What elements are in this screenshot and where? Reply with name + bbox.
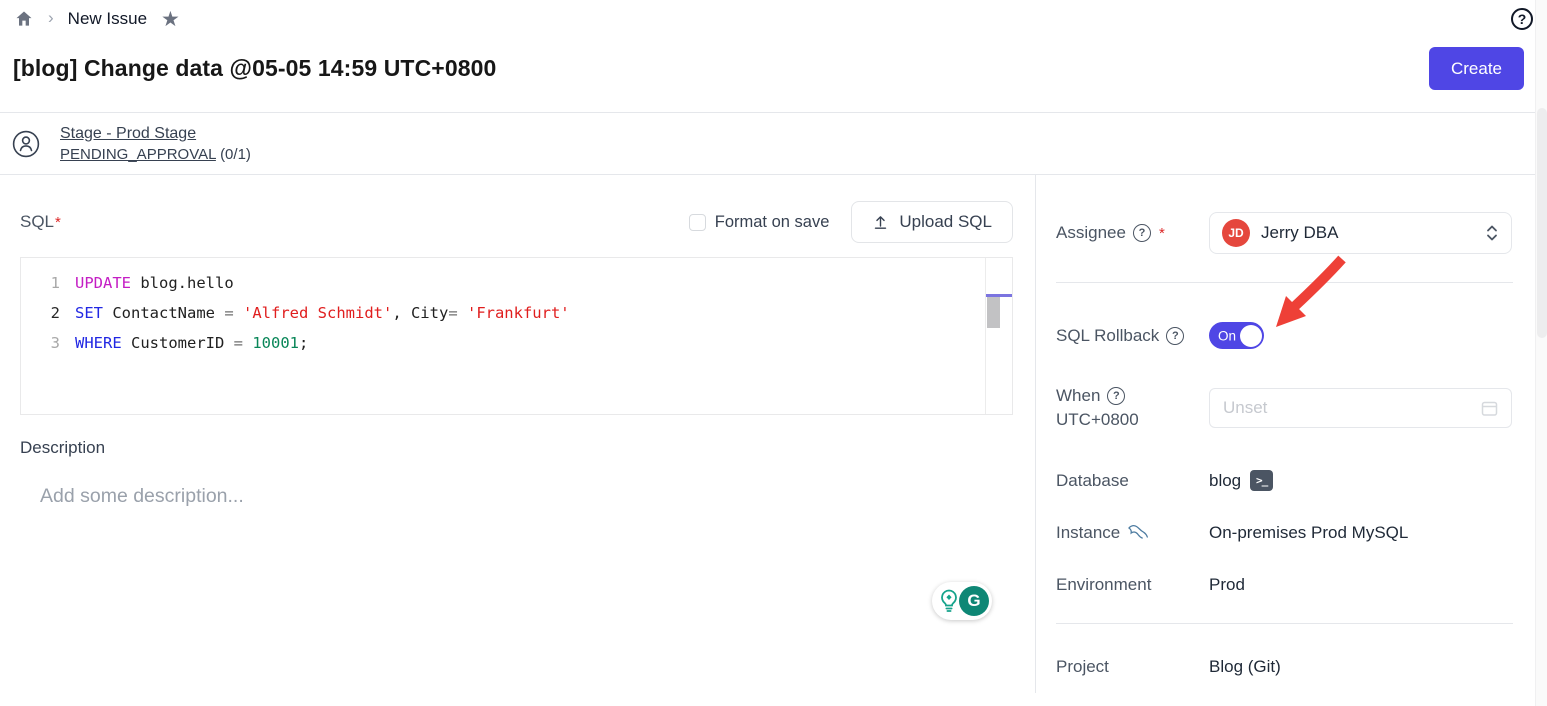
sidebar-divider (1056, 282, 1513, 283)
upload-sql-button[interactable]: Upload SQL (851, 201, 1013, 243)
sql-rollback-label-group: SQL Rollback ? (1056, 326, 1209, 346)
when-label-group: When ? UTC+0800 (1056, 386, 1209, 430)
breadcrumb-page-title[interactable]: New Issue (68, 9, 147, 29)
assignee-help-icon[interactable]: ? (1133, 224, 1151, 242)
sql-rollback-toggle[interactable]: On (1209, 322, 1264, 349)
lightbulb-icon[interactable] (939, 589, 959, 613)
terminal-icon[interactable]: >_ (1250, 470, 1273, 491)
upload-icon (872, 214, 889, 231)
main-panel: SQL* Format on save Upload SQL 1UPDATE b… (0, 175, 1036, 693)
mysql-dolphin-icon (1127, 524, 1149, 542)
code-line-1: 1UPDATE blog.hello (21, 268, 1012, 298)
title-row: [blog] Change data @05-05 14:59 UTC+0800… (0, 36, 1547, 90)
assignee-value: Jerry DBA (1261, 223, 1485, 243)
page-scrollbar[interactable] (1535, 0, 1547, 706)
line-number: 2 (21, 298, 75, 328)
when-placeholder: Unset (1223, 398, 1481, 418)
when-help-icon[interactable]: ? (1107, 387, 1125, 405)
description-input[interactable]: Add some description... (40, 485, 1013, 508)
stage-status: PENDING_APPROVAL (0/1) (60, 146, 251, 163)
breadcrumb: › New Issue ★ ? (0, 0, 1547, 36)
when-date-input[interactable]: Unset (1209, 388, 1512, 428)
environment-row: Environment Prod (1056, 575, 1513, 595)
help-icon[interactable]: ? (1511, 8, 1533, 30)
assignee-label: Assignee (1056, 223, 1126, 243)
assignee-select[interactable]: JD Jerry DBA (1209, 212, 1512, 254)
when-label: When (1056, 386, 1100, 406)
project-row: Project Blog (Git) (1056, 657, 1513, 677)
calendar-icon (1481, 400, 1498, 417)
chevron-right-icon: › (48, 8, 54, 28)
sql-rollback-label: SQL Rollback (1056, 326, 1159, 346)
format-on-save-control[interactable]: Format on save (689, 213, 830, 232)
upload-sql-label: Upload SQL (899, 212, 992, 232)
line-number: 1 (21, 268, 75, 298)
assignee-row: Assignee ? * JD Jerry DBA (1056, 212, 1513, 254)
sql-label: SQL (20, 212, 54, 232)
sql-editor[interactable]: 1UPDATE blog.hello 2SET ContactName = 'A… (20, 257, 1013, 415)
stage-link[interactable]: Stage - Prod Stage (60, 125, 251, 143)
sql-header-row: SQL* Format on save Upload SQL (20, 201, 1013, 243)
stage-status-count: (0/1) (220, 146, 251, 163)
sql-rollback-help-icon[interactable]: ? (1166, 327, 1184, 345)
assignee-avatar: JD (1222, 219, 1250, 247)
home-icon[interactable] (14, 9, 34, 29)
sql-rollback-row: SQL Rollback ? On (1056, 322, 1513, 349)
sidebar-divider (1056, 623, 1513, 624)
code-line-3: 3WHERE CustomerID = 10001; (21, 328, 1012, 358)
format-on-save-checkbox[interactable] (689, 214, 706, 231)
project-value: Blog (Git) (1209, 657, 1281, 677)
description-label: Description (20, 438, 1013, 458)
assignee-label-group: Assignee ? * (1056, 223, 1209, 243)
environment-value: Prod (1209, 575, 1245, 595)
grammarly-icon[interactable]: G (959, 586, 989, 616)
database-value[interactable]: blog (1209, 471, 1241, 491)
assignee-person-icon (12, 130, 40, 158)
stage-texts: Stage - Prod Stage PENDING_APPROVAL (0/1… (60, 125, 251, 163)
stage-status-link[interactable]: PENDING_APPROVAL (60, 146, 216, 163)
content: SQL* Format on save Upload SQL 1UPDATE b… (0, 175, 1547, 693)
stage-strip: Stage - Prod Stage PENDING_APPROVAL (0/1… (0, 112, 1547, 175)
instance-label: Instance (1056, 523, 1120, 543)
editor-scrollbar-thumb[interactable] (987, 297, 1000, 328)
environment-label: Environment (1056, 575, 1151, 595)
toggle-knob (1240, 325, 1262, 347)
page-title: [blog] Change data @05-05 14:59 UTC+0800 (13, 55, 496, 82)
instance-value: On-premises Prod MySQL (1209, 523, 1408, 543)
format-on-save-label: Format on save (715, 213, 830, 232)
grammarly-widget: G (932, 582, 992, 620)
toggle-state-label: On (1218, 328, 1236, 343)
assignee-required-mark: * (1159, 225, 1165, 242)
database-row: Database blog >_ (1056, 470, 1513, 491)
code-line-2: 2SET ContactName = 'Alfred Schmidt', Cit… (21, 298, 1012, 328)
when-row: When ? UTC+0800 Unset (1056, 386, 1513, 430)
editor-overview-ruler (985, 258, 1012, 414)
line-number: 3 (21, 328, 75, 358)
sql-required-mark: * (55, 214, 61, 231)
page-scrollbar-thumb[interactable] (1537, 108, 1547, 338)
database-label: Database (1056, 471, 1129, 491)
create-button[interactable]: Create (1429, 47, 1524, 90)
when-timezone: UTC+0800 (1056, 410, 1139, 430)
instance-row: Instance On-premises Prod MySQL (1056, 523, 1513, 543)
sql-code-area[interactable]: 1UPDATE blog.hello 2SET ContactName = 'A… (21, 258, 1012, 358)
select-arrows-icon (1485, 223, 1499, 243)
favorite-star-icon[interactable]: ★ (161, 9, 180, 30)
issue-sidebar: Assignee ? * JD Jerry DBA SQL Rollback ?… (1036, 175, 1547, 693)
project-label: Project (1056, 657, 1109, 677)
